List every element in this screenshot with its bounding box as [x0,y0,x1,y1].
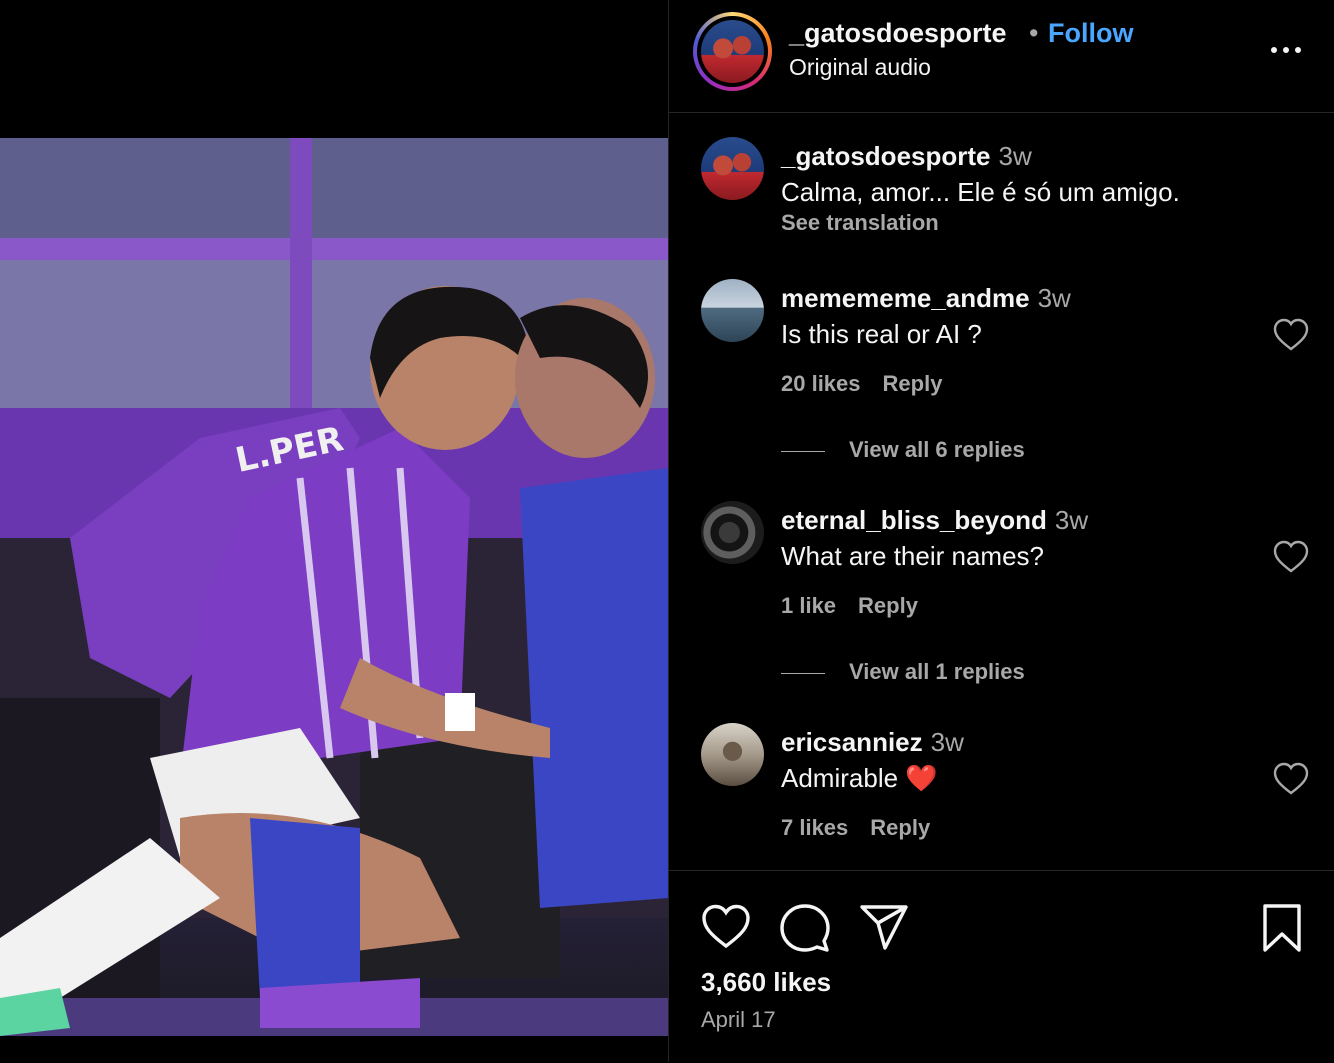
heart-icon[interactable] [1273,318,1309,352]
view-replies-button[interactable]: View all 1 replies [781,659,1025,685]
post-media: L.PER [0,0,668,1062]
comment-username-line: ericsanniez 3w [781,727,964,758]
video-frame [0,138,668,1036]
comment-text: What are their names? [781,541,1045,571]
comment-likes[interactable]: 7 likes [781,815,848,840]
comment-username[interactable]: memememe_andme [781,283,1030,313]
post-header: _gatosdoesporte • Follow Original audio [669,0,1334,113]
comment-time: 3w [1054,505,1089,535]
follow-button[interactable]: Follow [1048,18,1133,49]
comment-text: Is this real or AI ? [781,319,982,349]
audio-label[interactable]: Original audio [789,54,931,81]
reply-button[interactable]: Reply [870,815,930,840]
view-replies-label: View all 1 replies [849,659,1025,684]
comment-meta: 7 likes Reply [781,815,952,841]
comment-meta: 20 likes Reply [781,371,964,397]
reply-button[interactable]: Reply [883,371,943,396]
replies-line [781,672,825,674]
caption-text: Calma, amor... Ele é só um amigo. [781,177,1180,207]
avatar-frame [697,16,768,87]
caption-time: 3w [998,141,1032,171]
view-replies-label: View all 6 replies [849,437,1025,462]
heart-icon[interactable] [701,903,751,953]
video-player[interactable]: L.PER [0,138,668,1036]
separator-dot: • [1029,18,1039,48]
caption-username-line: _gatosdoesporte 3w [781,141,1032,172]
bookmark-icon[interactable] [1257,903,1307,953]
reply-button[interactable]: Reply [858,593,918,618]
post-actions: 3,660 likes April 17 [669,870,1334,1063]
author-avatar[interactable] [701,20,764,83]
comment-avatar[interactable] [701,279,764,342]
story-ring[interactable] [693,12,772,91]
caption-username[interactable]: _gatosdoesporte [781,141,991,171]
post-side-panel: _gatosdoesporte • Follow Original audio … [669,0,1334,1062]
heart-icon[interactable] [1273,762,1309,796]
comment-username-line: eternal_bliss_beyond 3w [781,505,1088,536]
comment-likes[interactable]: 20 likes [781,371,861,396]
author-username[interactable]: _gatosdoesporte [789,18,1007,49]
comment-avatar[interactable] [701,723,764,786]
comment-likes[interactable]: 1 like [781,593,836,618]
more-horizontal-icon[interactable] [1266,30,1306,70]
comment-time: 3w [930,727,964,757]
comments-list[interactable]: _gatosdoesporte 3w Calma, amor... Ele é s… [669,113,1334,870]
comment-username[interactable]: eternal_bliss_beyond [781,505,1047,535]
view-replies-button[interactable]: View all 6 replies [781,437,1025,463]
comment-username-line: memememe_andme 3w [781,283,1071,314]
paper-plane-icon[interactable] [859,903,909,953]
replies-line [781,450,825,452]
post-date[interactable]: April 17 [701,1007,776,1033]
comment-avatar[interactable] [701,501,764,564]
see-translation-link[interactable]: See translation [781,210,939,236]
comment-meta: 1 like Reply [781,593,940,619]
comment-username[interactable]: ericsanniez [781,727,923,757]
heart-icon[interactable] [1273,540,1309,574]
comment-icon[interactable] [780,903,830,953]
comment-time: 3w [1037,283,1071,313]
comment-text: Admirable ❤️ [781,763,938,793]
likes-count[interactable]: 3,660 likes [701,967,831,998]
caption-avatar[interactable] [701,137,764,200]
